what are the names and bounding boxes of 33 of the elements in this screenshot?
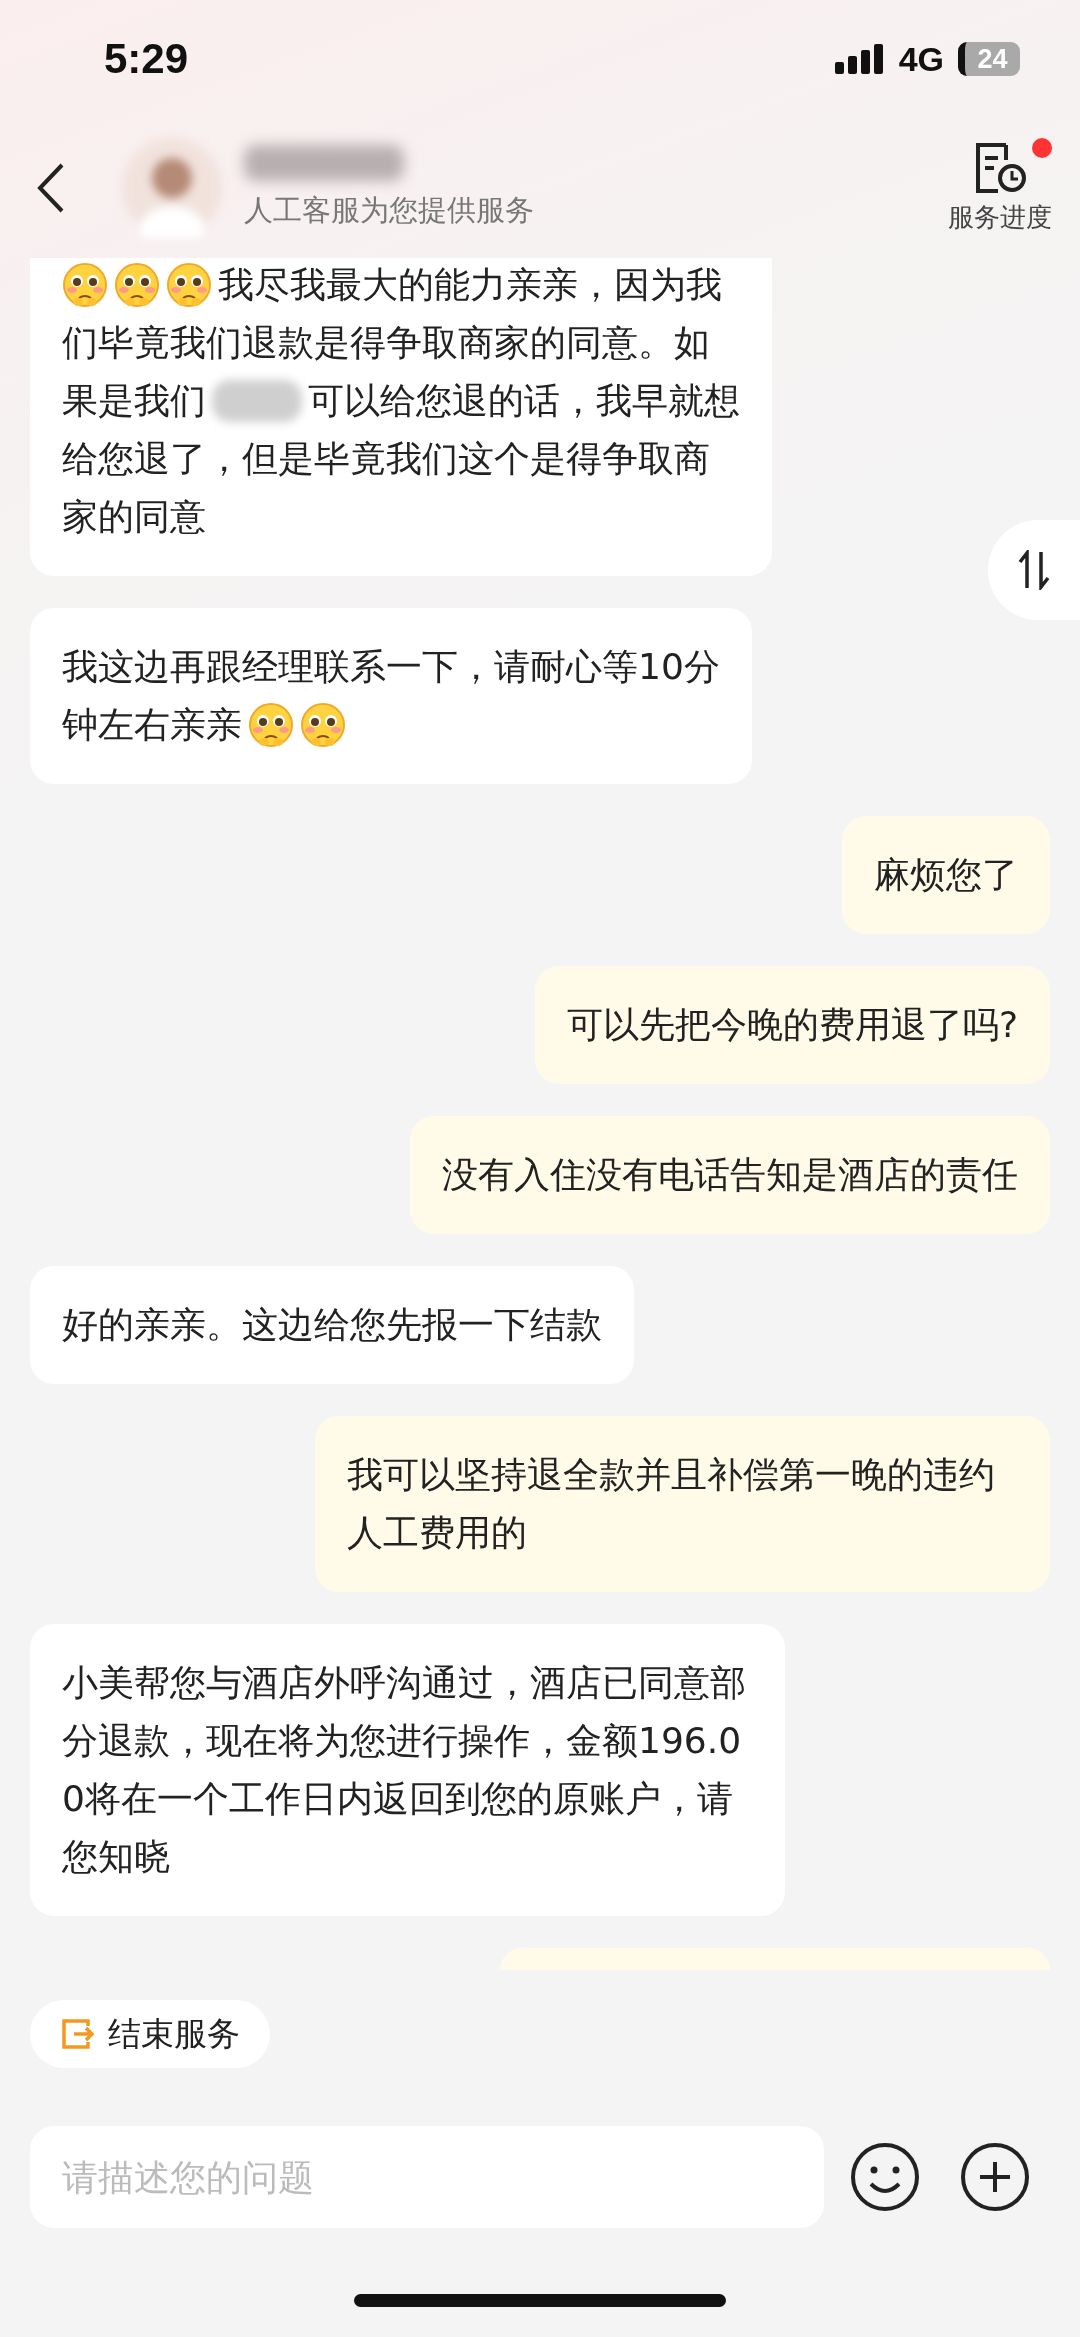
- message-text: 果是我们: [62, 379, 206, 423]
- message-text: 可以先把今晚的费用退了吗?: [566, 1003, 1018, 1047]
- message-text: 麻烦您了: [874, 853, 1018, 897]
- header-subtitle: 人工客服为您提供服务: [244, 192, 535, 229]
- message-text: 小美帮您与酒店外呼沟通过，酒店已同意部分退款，现在将为您进行操作，金额196.00将在一个工作日内返回到您的原账户，请您知晓: [62, 1661, 747, 1879]
- signal-icon: [834, 44, 885, 74]
- add-icon[interactable]: [960, 2142, 1030, 2212]
- smiley-icon[interactable]: [850, 2142, 920, 2212]
- message-text: 好的亲亲。这边给您先报一下结款: [62, 1303, 602, 1347]
- sort-button[interactable]: [988, 520, 1080, 620]
- exit-icon: [60, 2017, 94, 2051]
- battery-level: 24: [958, 42, 1020, 76]
- back-icon[interactable]: [36, 162, 66, 214]
- network-type: 4G: [898, 39, 944, 79]
- message-text: 我尽我最大的能力亲亲，因为我: [218, 263, 722, 307]
- message-text: 我这边再跟经理联系一下，请耐心等10分: [62, 645, 720, 689]
- message-text: 可以给您退的话，我早就想: [308, 379, 740, 423]
- pleading-face-icon: [248, 702, 294, 748]
- message-text: 没有入住没有电话告知是酒店的责任: [442, 1153, 1018, 1197]
- pleading-face-icon: [300, 702, 346, 748]
- service-progress-button[interactable]: 服务进度: [948, 141, 1052, 235]
- message-text: 们毕竟我们退款是得争取商家的同意。如: [62, 321, 710, 365]
- pleading-face-icon: [166, 262, 212, 308]
- pleading-face-icon: [114, 262, 160, 308]
- message-input[interactable]: 请描述您的问题: [30, 2126, 824, 2228]
- message-text: 钟左右亲亲: [62, 703, 242, 747]
- sort-icon: [1017, 550, 1051, 590]
- message-text: 家的同意: [62, 495, 206, 539]
- message-text: 给您退了，但是毕竟我们这个是得争取商: [62, 437, 710, 481]
- end-service-button[interactable]: 结束服务: [30, 2000, 270, 2068]
- status-time: 5:29: [104, 35, 189, 83]
- pleading-face-icon: [62, 262, 108, 308]
- message-text: 我可以坚持退全款并且补偿第一晚的违约人工费用的: [347, 1453, 996, 1555]
